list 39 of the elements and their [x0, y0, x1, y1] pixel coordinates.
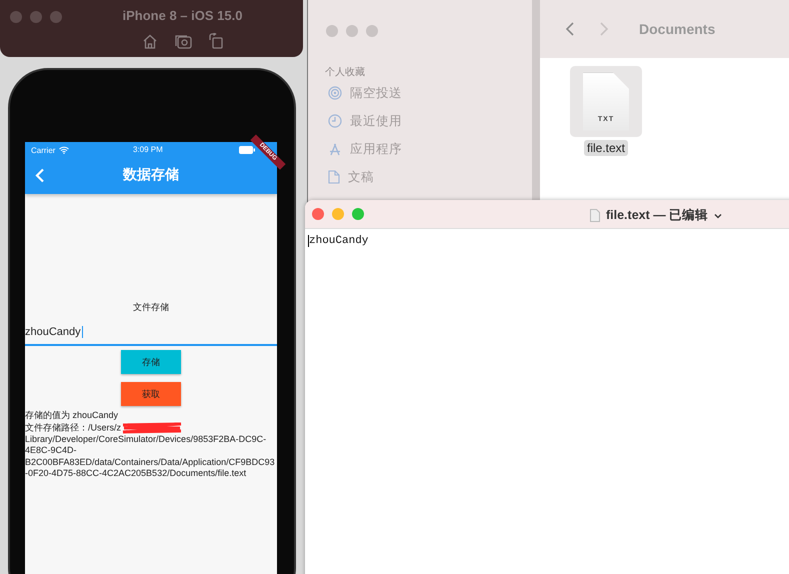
window-title: iPhone 8 – iOS 15.0	[122, 8, 242, 23]
document-icon	[590, 209, 600, 222]
zoom-button[interactable]	[352, 208, 364, 220]
close-button[interactable]	[10, 11, 22, 23]
back-icon[interactable]	[565, 21, 575, 37]
file-name[interactable]: file.text	[584, 140, 628, 156]
airdrop-icon	[328, 86, 342, 100]
carrier-label: Carrier	[31, 146, 56, 154]
zoom-button[interactable]	[366, 25, 378, 37]
text-input-field[interactable]: zhouCandy	[25, 324, 277, 346]
app-title: 数据存储	[122, 166, 180, 184]
path-text: 文件存储路径：/Users/z	[25, 422, 122, 432]
action-button[interactable]: 获取	[121, 382, 181, 406]
minimize-button[interactable]	[332, 208, 344, 220]
path-text: Library/Developer/CoreSimulator/Devices/9853F2BA-DC9C-4E8C-9C4D-B2C00BFA83ED/data/Containers/Data/Application/CF9BDC93-0F20-4D75-88CC-4C2AC205B532/Documents/file.text	[25, 434, 275, 478]
chevron-down-icon[interactable]	[714, 212, 722, 218]
location-title: Documents	[639, 21, 716, 37]
document-text[interactable]: zhouCandy	[308, 235, 368, 247]
zoom-button[interactable]	[50, 11, 62, 23]
document-icon	[328, 170, 340, 184]
sidebar-heading: 个人收藏	[325, 66, 366, 79]
action-button[interactable]: 存储	[121, 350, 181, 374]
home-icon[interactable]	[142, 34, 158, 48]
screenshot-icon[interactable]	[175, 34, 192, 48]
wifi-icon	[59, 146, 70, 154]
section-label: 文件存储	[132, 301, 170, 314]
close-button[interactable]	[312, 208, 324, 220]
close-button[interactable]	[326, 25, 338, 37]
forward-icon[interactable]	[599, 21, 609, 37]
stored-value-text: 存储的值为 zhouCandy	[25, 410, 120, 422]
redaction-scribble	[121, 422, 184, 434]
clock-icon	[328, 114, 342, 128]
battery-icon	[239, 146, 255, 154]
minimize-button[interactable]	[30, 11, 42, 23]
status-time: 3:09 PM	[133, 145, 163, 154]
apps-icon	[328, 142, 342, 156]
rotate-icon[interactable]	[209, 33, 223, 49]
minimize-button[interactable]	[346, 25, 358, 37]
window-title: file.text — 已编辑	[606, 207, 708, 224]
